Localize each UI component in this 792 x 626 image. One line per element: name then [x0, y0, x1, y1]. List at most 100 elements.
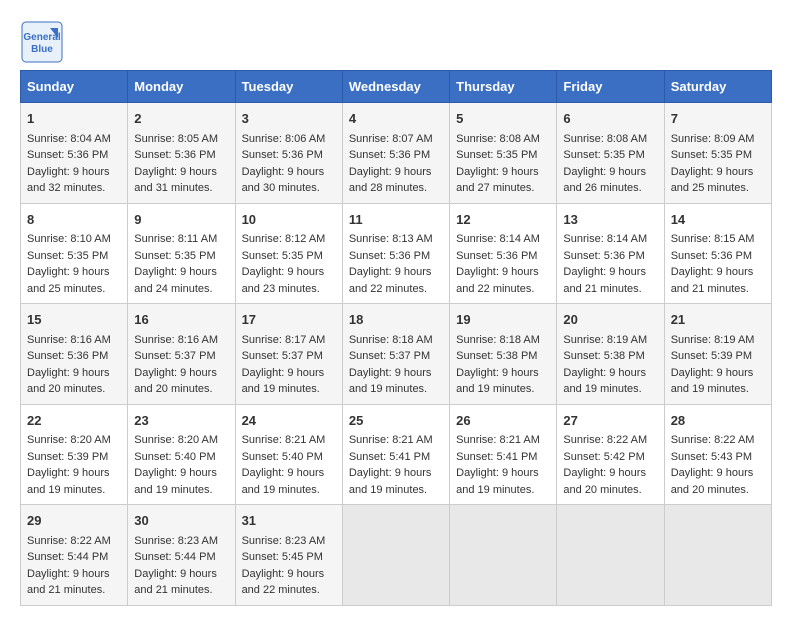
daylight-label: Daylight: 9 hours and 25 minutes. — [671, 166, 754, 195]
daylight-label: Daylight: 9 hours and 21 minutes. — [563, 266, 646, 295]
calendar-cell: 14 Sunrise: 8:15 AM Sunset: 5:36 PM Dayl… — [664, 203, 771, 304]
daylight-label: Daylight: 9 hours and 22 minutes. — [242, 568, 325, 597]
sunrise-label: Sunrise: 8:23 AM — [134, 535, 218, 547]
sunset-label: Sunset: 5:36 PM — [27, 350, 108, 362]
day-number: 9 — [134, 210, 228, 230]
calendar-cell: 13 Sunrise: 8:14 AM Sunset: 5:36 PM Dayl… — [557, 203, 664, 304]
day-number: 7 — [671, 109, 765, 129]
page-header: General Blue — [20, 20, 772, 60]
daylight-label: Daylight: 9 hours and 19 minutes. — [242, 367, 325, 396]
header-thursday: Thursday — [450, 71, 557, 103]
calendar-cell — [450, 505, 557, 606]
sunrise-label: Sunrise: 8:10 AM — [27, 233, 111, 245]
day-number: 30 — [134, 511, 228, 531]
calendar-cell: 15 Sunrise: 8:16 AM Sunset: 5:36 PM Dayl… — [21, 304, 128, 405]
calendar-cell: 19 Sunrise: 8:18 AM Sunset: 5:38 PM Dayl… — [450, 304, 557, 405]
sunrise-label: Sunrise: 8:17 AM — [242, 334, 326, 346]
sunrise-label: Sunrise: 8:22 AM — [563, 434, 647, 446]
sunset-label: Sunset: 5:36 PM — [349, 149, 430, 161]
daylight-label: Daylight: 9 hours and 21 minutes. — [134, 568, 217, 597]
header-tuesday: Tuesday — [235, 71, 342, 103]
daylight-label: Daylight: 9 hours and 19 minutes. — [563, 367, 646, 396]
sunset-label: Sunset: 5:37 PM — [134, 350, 215, 362]
sunset-label: Sunset: 5:35 PM — [27, 250, 108, 262]
sunset-label: Sunset: 5:40 PM — [134, 451, 215, 463]
logo-icon: General Blue — [20, 20, 60, 60]
sunrise-label: Sunrise: 8:22 AM — [671, 434, 755, 446]
sunset-label: Sunset: 5:38 PM — [563, 350, 644, 362]
sunrise-label: Sunrise: 8:08 AM — [563, 133, 647, 145]
day-number: 27 — [563, 411, 657, 431]
day-number: 23 — [134, 411, 228, 431]
sunrise-label: Sunrise: 8:20 AM — [134, 434, 218, 446]
sunset-label: Sunset: 5:39 PM — [27, 451, 108, 463]
day-number: 8 — [27, 210, 121, 230]
sunset-label: Sunset: 5:42 PM — [563, 451, 644, 463]
day-number: 31 — [242, 511, 336, 531]
day-number: 19 — [456, 310, 550, 330]
sunset-label: Sunset: 5:44 PM — [134, 551, 215, 563]
sunrise-label: Sunrise: 8:09 AM — [671, 133, 755, 145]
calendar-cell: 11 Sunrise: 8:13 AM Sunset: 5:36 PM Dayl… — [342, 203, 449, 304]
sunrise-label: Sunrise: 8:16 AM — [27, 334, 111, 346]
header-saturday: Saturday — [664, 71, 771, 103]
daylight-label: Daylight: 9 hours and 31 minutes. — [134, 166, 217, 195]
daylight-label: Daylight: 9 hours and 20 minutes. — [563, 467, 646, 496]
day-number: 3 — [242, 109, 336, 129]
week-row-5: 29 Sunrise: 8:22 AM Sunset: 5:44 PM Dayl… — [21, 505, 772, 606]
calendar-cell: 28 Sunrise: 8:22 AM Sunset: 5:43 PM Dayl… — [664, 404, 771, 505]
header-wednesday: Wednesday — [342, 71, 449, 103]
daylight-label: Daylight: 9 hours and 25 minutes. — [27, 266, 110, 295]
calendar-cell: 5 Sunrise: 8:08 AM Sunset: 5:35 PM Dayli… — [450, 103, 557, 204]
sunrise-label: Sunrise: 8:19 AM — [563, 334, 647, 346]
svg-text:Blue: Blue — [31, 44, 53, 55]
sunset-label: Sunset: 5:36 PM — [456, 250, 537, 262]
calendar-table: SundayMondayTuesdayWednesdayThursdayFrid… — [20, 70, 772, 606]
day-number: 11 — [349, 210, 443, 230]
sunset-label: Sunset: 5:36 PM — [27, 149, 108, 161]
daylight-label: Daylight: 9 hours and 22 minutes. — [349, 266, 432, 295]
sunrise-label: Sunrise: 8:23 AM — [242, 535, 326, 547]
sunset-label: Sunset: 5:35 PM — [242, 250, 323, 262]
header-friday: Friday — [557, 71, 664, 103]
daylight-label: Daylight: 9 hours and 28 minutes. — [349, 166, 432, 195]
calendar-cell: 24 Sunrise: 8:21 AM Sunset: 5:40 PM Dayl… — [235, 404, 342, 505]
day-number: 15 — [27, 310, 121, 330]
calendar-cell — [557, 505, 664, 606]
calendar-cell: 21 Sunrise: 8:19 AM Sunset: 5:39 PM Dayl… — [664, 304, 771, 405]
daylight-label: Daylight: 9 hours and 21 minutes. — [671, 266, 754, 295]
sunset-label: Sunset: 5:35 PM — [671, 149, 752, 161]
daylight-label: Daylight: 9 hours and 24 minutes. — [134, 266, 217, 295]
sunset-label: Sunset: 5:36 PM — [563, 250, 644, 262]
calendar-cell: 12 Sunrise: 8:14 AM Sunset: 5:36 PM Dayl… — [450, 203, 557, 304]
day-number: 18 — [349, 310, 443, 330]
sunset-label: Sunset: 5:36 PM — [134, 149, 215, 161]
daylight-label: Daylight: 9 hours and 22 minutes. — [456, 266, 539, 295]
sunset-label: Sunset: 5:36 PM — [242, 149, 323, 161]
calendar-cell: 20 Sunrise: 8:19 AM Sunset: 5:38 PM Dayl… — [557, 304, 664, 405]
sunset-label: Sunset: 5:38 PM — [456, 350, 537, 362]
day-number: 5 — [456, 109, 550, 129]
daylight-label: Daylight: 9 hours and 19 minutes. — [671, 367, 754, 396]
logo: General Blue — [20, 20, 66, 60]
day-number: 29 — [27, 511, 121, 531]
week-row-1: 1 Sunrise: 8:04 AM Sunset: 5:36 PM Dayli… — [21, 103, 772, 204]
day-number: 22 — [27, 411, 121, 431]
calendar-header-row: SundayMondayTuesdayWednesdayThursdayFrid… — [21, 71, 772, 103]
sunrise-label: Sunrise: 8:05 AM — [134, 133, 218, 145]
daylight-label: Daylight: 9 hours and 21 minutes. — [27, 568, 110, 597]
sunrise-label: Sunrise: 8:22 AM — [27, 535, 111, 547]
daylight-label: Daylight: 9 hours and 19 minutes. — [242, 467, 325, 496]
sunrise-label: Sunrise: 8:21 AM — [242, 434, 326, 446]
calendar-cell: 6 Sunrise: 8:08 AM Sunset: 5:35 PM Dayli… — [557, 103, 664, 204]
daylight-label: Daylight: 9 hours and 26 minutes. — [563, 166, 646, 195]
calendar-cell: 3 Sunrise: 8:06 AM Sunset: 5:36 PM Dayli… — [235, 103, 342, 204]
daylight-label: Daylight: 9 hours and 19 minutes. — [456, 367, 539, 396]
calendar-cell: 9 Sunrise: 8:11 AM Sunset: 5:35 PM Dayli… — [128, 203, 235, 304]
calendar-cell: 25 Sunrise: 8:21 AM Sunset: 5:41 PM Dayl… — [342, 404, 449, 505]
daylight-label: Daylight: 9 hours and 19 minutes. — [456, 467, 539, 496]
day-number: 13 — [563, 210, 657, 230]
sunset-label: Sunset: 5:35 PM — [134, 250, 215, 262]
daylight-label: Daylight: 9 hours and 30 minutes. — [242, 166, 325, 195]
week-row-2: 8 Sunrise: 8:10 AM Sunset: 5:35 PM Dayli… — [21, 203, 772, 304]
